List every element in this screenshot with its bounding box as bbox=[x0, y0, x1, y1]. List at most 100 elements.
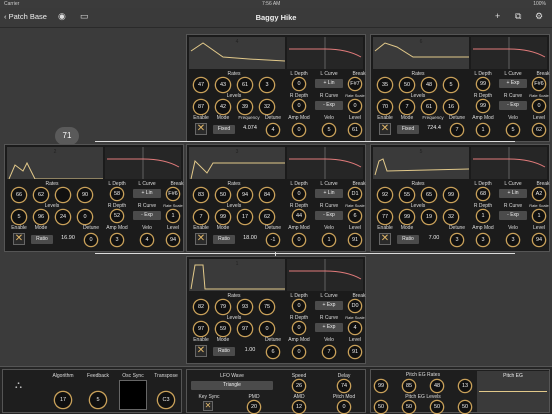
level-knob-1[interactable]: 7 bbox=[194, 210, 208, 224]
level-knob-1[interactable]: 87 bbox=[194, 100, 208, 114]
level-knob-2[interactable]: 42 bbox=[216, 100, 230, 114]
level-knob-2[interactable]: 59 bbox=[216, 322, 230, 336]
level-knob-4[interactable]: 62 bbox=[260, 210, 274, 224]
rate-knob-2[interactable]: 55 bbox=[400, 188, 414, 202]
pitch-eg-level-3[interactable]: 50 bbox=[431, 401, 443, 413]
rate-knob-3[interactable]: 65 bbox=[422, 188, 436, 202]
r-curve-button[interactable]: + Exp bbox=[315, 323, 343, 332]
break-knob[interactable]: A2 bbox=[533, 188, 545, 200]
pitch-eg-level-4[interactable]: 50 bbox=[459, 401, 471, 413]
rate-knob-4[interactable]: 84 bbox=[260, 188, 274, 202]
rate-knob-1[interactable]: 35 bbox=[378, 78, 392, 92]
rate-scale-knob[interactable]: 6 bbox=[349, 210, 361, 222]
enable-checkbox[interactable]: ✕ bbox=[195, 123, 207, 135]
level-knob-2[interactable]: 99 bbox=[400, 210, 414, 224]
delay-knob[interactable]: 74 bbox=[338, 380, 350, 392]
pitch-eg-rate-3[interactable]: 48 bbox=[431, 380, 443, 392]
rate-scale-knob[interactable]: 0 bbox=[349, 100, 361, 112]
mode-button[interactable]: Ratio bbox=[397, 235, 419, 244]
level-knob-4[interactable]: 0 bbox=[260, 322, 274, 336]
r-curve-button[interactable]: - Exp bbox=[499, 101, 527, 110]
frequency-value[interactable]: 16.90 bbox=[57, 235, 79, 241]
rate-knob-3[interactable]: 61 bbox=[238, 78, 252, 92]
r-curve-button[interactable]: - Exp bbox=[315, 211, 343, 220]
level-knob-3[interactable]: 39 bbox=[238, 100, 252, 114]
mode-button[interactable]: Ratio bbox=[213, 235, 235, 244]
l-depth-knob[interactable]: 58 bbox=[111, 188, 123, 200]
transpose-knob[interactable]: C3 bbox=[158, 392, 174, 408]
velo-knob[interactable]: 4 bbox=[141, 234, 153, 246]
l-curve-button[interactable]: + Lin bbox=[315, 189, 343, 198]
detune-knob[interactable]: 4 bbox=[267, 124, 279, 136]
enable-checkbox[interactable]: ✕ bbox=[195, 345, 207, 357]
level-knob-1[interactable]: 97 bbox=[194, 322, 208, 336]
mode-button[interactable]: Ratio bbox=[31, 235, 53, 244]
envelope-graph[interactable]: 4 bbox=[189, 37, 285, 69]
level-knob-2[interactable]: 99 bbox=[216, 210, 230, 224]
break-knob[interactable]: F#6 bbox=[533, 78, 545, 90]
l-depth-knob[interactable]: 0 bbox=[293, 188, 305, 200]
output-level-knob[interactable]: 94 bbox=[167, 234, 179, 246]
rate-knob-4[interactable]: 3 bbox=[260, 78, 274, 92]
output-level-knob[interactable]: 62 bbox=[533, 124, 545, 136]
keyscale-graph[interactable] bbox=[471, 37, 547, 69]
amp-mod-knob[interactable]: 0 bbox=[293, 234, 305, 246]
level-knob-1[interactable]: 5 bbox=[12, 210, 26, 224]
l-curve-button[interactable]: + Lin bbox=[315, 79, 343, 88]
level-knob-3[interactable]: 19 bbox=[422, 210, 436, 224]
amp-mod-knob[interactable]: 3 bbox=[111, 234, 123, 246]
level-knob-3[interactable]: 61 bbox=[422, 100, 436, 114]
detune-knob[interactable]: -1 bbox=[267, 234, 279, 246]
mode-button[interactable]: Ratio bbox=[213, 347, 235, 356]
frequency-value[interactable]: 1.00 bbox=[239, 347, 261, 353]
osc-sync-toggle[interactable] bbox=[119, 380, 147, 410]
level-knob-4[interactable]: 16 bbox=[444, 100, 458, 114]
frequency-value[interactable]: 7.00 bbox=[423, 235, 445, 241]
output-level-knob[interactable]: 91 bbox=[349, 346, 361, 358]
frequency-value[interactable]: 4.074 bbox=[239, 125, 261, 131]
pitch-mod-knob[interactable]: 0 bbox=[338, 401, 350, 413]
rate-knob-1[interactable]: 83 bbox=[194, 188, 208, 202]
detune-knob[interactable]: 3 bbox=[451, 234, 463, 246]
l-depth-knob[interactable]: 68 bbox=[477, 188, 489, 200]
r-depth-knob[interactable]: 1 bbox=[477, 210, 489, 222]
frequency-value[interactable]: 18.00 bbox=[239, 235, 261, 241]
algorithm-knob[interactable]: 17 bbox=[55, 392, 71, 408]
frequency-value[interactable]: 724.4 bbox=[423, 125, 445, 131]
velo-knob[interactable]: 7 bbox=[323, 346, 335, 358]
r-curve-button[interactable]: - Exp bbox=[315, 101, 343, 110]
mode-button[interactable]: Fixed bbox=[213, 125, 235, 134]
amp-mod-knob[interactable]: 0 bbox=[293, 124, 305, 136]
envelope-graph[interactable]: 1 bbox=[189, 259, 285, 291]
level-knob-1[interactable]: 70 bbox=[378, 100, 392, 114]
pitch-eg-rate-2[interactable]: 85 bbox=[403, 380, 415, 392]
rate-knob-1[interactable]: 47 bbox=[194, 78, 208, 92]
rate-knob-2[interactable]: 50 bbox=[400, 78, 414, 92]
rate-knob-2[interactable]: 43 bbox=[216, 78, 230, 92]
lfo-wave-select[interactable]: Triangle bbox=[191, 381, 273, 390]
level-knob-4[interactable]: 32 bbox=[444, 210, 458, 224]
l-curve-button[interactable]: + Exp bbox=[315, 301, 343, 310]
rate-knob-4[interactable]: 99 bbox=[444, 188, 458, 202]
envelope-graph[interactable]: 2 bbox=[7, 147, 103, 179]
detune-knob[interactable]: 6 bbox=[267, 346, 279, 358]
rate-scale-knob[interactable]: 4 bbox=[349, 322, 361, 334]
level-knob-4[interactable]: 32 bbox=[260, 100, 274, 114]
rate-scale-knob[interactable]: 0 bbox=[533, 100, 545, 112]
break-knob[interactable]: F#7 bbox=[349, 78, 361, 90]
output-level-knob[interactable]: 91 bbox=[349, 234, 361, 246]
amp-mod-knob[interactable]: 1 bbox=[477, 124, 489, 136]
envelope-graph[interactable]: 6 bbox=[373, 37, 469, 69]
rate-knob-2[interactable]: 50 bbox=[216, 188, 230, 202]
enable-checkbox[interactable]: ✕ bbox=[379, 233, 391, 245]
keyscale-graph[interactable] bbox=[105, 147, 181, 179]
detune-knob[interactable]: 0 bbox=[85, 234, 97, 246]
level-knob-4[interactable]: 0 bbox=[78, 210, 92, 224]
rate-knob-4[interactable]: 5 bbox=[444, 78, 458, 92]
copy-icon[interactable]: ⧉ bbox=[515, 11, 521, 22]
r-depth-knob[interactable]: 0 bbox=[293, 100, 305, 112]
envelope-graph[interactable]: 3 bbox=[189, 147, 285, 179]
rate-scale-knob[interactable]: 1 bbox=[167, 210, 179, 222]
break-knob[interactable]: F#6 bbox=[167, 188, 179, 200]
r-depth-knob[interactable]: 52 bbox=[111, 210, 123, 222]
